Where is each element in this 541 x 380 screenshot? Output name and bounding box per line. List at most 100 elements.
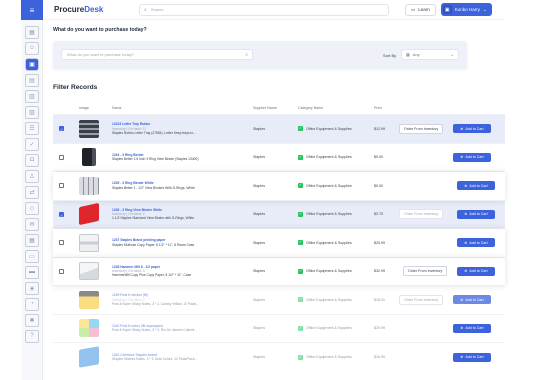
order-from-inventory-button[interactable]: Order From Inventory (399, 123, 444, 134)
table-row[interactable]: 1241 Clothbox Staples brand Staples Stic… (53, 343, 505, 372)
add-to-cart-button[interactable]: ⊕ Add to Cart (453, 295, 491, 305)
sidebar-item-messages[interactable]: ✉ (21, 216, 43, 232)
row-checkbox[interactable]: ✓ (59, 211, 64, 218)
product-image-superpack (79, 319, 99, 338)
check-icon: ✓ (298, 183, 303, 189)
sort-by-select[interactable]: ▦ Any ⌄ (401, 49, 459, 60)
product-name-cell: 12323 Letter Tray Rubbo Inventory | On h… (112, 122, 247, 135)
user-menu[interactable]: ▣ Kunbo Harry ⌄ (440, 3, 492, 16)
sidebar: ≡ ▦ ☺ ▣ ▤ ▥ ▧ ☰ ✓ ◘ ♙ ⇄ ◇ ✉ ▦ ▭ ▬ ◈ ◔ ✱ … (21, 0, 43, 380)
row-checkbox[interactable] (59, 154, 64, 160)
file-icon: ▥ (25, 89, 39, 103)
menu-icon[interactable]: ≡ (21, 0, 43, 20)
brand-logo[interactable]: ProcureDesk (43, 5, 139, 14)
header-image[interactable]: Image (79, 106, 89, 110)
cart-icon: ⊕ (460, 155, 464, 160)
tag-icon: ◇ (25, 201, 39, 215)
product-name-cell: 1241 Clothbox Staples brand Staples Stic… (112, 353, 247, 362)
sidebar-items: ▦ ☺ ▣ ▤ ▥ ▧ ☰ ✓ ◘ ♙ ⇄ ◇ ✉ ▦ ▭ ▬ ◈ ◔ ✱ ? (21, 20, 42, 344)
add-to-cart-label: Add to Cart (465, 297, 484, 302)
product-description: HammerMill Copy Plus Copy Paper, 8 1/2" … (112, 273, 192, 278)
add-to-cart-label: Add to Cart (469, 240, 488, 245)
check-icon: ✓ (298, 240, 303, 246)
cart-icon: ⊕ (460, 355, 464, 360)
users-icon: ☺ (25, 41, 39, 55)
order-from-inventory-button[interactable]: Order From Inventory (403, 266, 448, 277)
sidebar-item-settings[interactable]: ✱ (21, 312, 43, 328)
sidebar-item-layers[interactable]: ◈ (21, 280, 43, 296)
table-row[interactable]: 1240 Post It notes 3M superpack Post-it … (53, 314, 505, 343)
add-to-cart-button[interactable]: ⊕ Add to Cart (453, 323, 491, 333)
global-search-input[interactable]: ⌕ Search (139, 3, 389, 16)
category-cell: ✓ Office Equipment & Supplies (298, 240, 352, 246)
sidebar-item-security[interactable]: ◘ (21, 152, 43, 168)
table-row[interactable]: 1235 - 3 Ring Binder White Staples Bette… (53, 172, 505, 201)
product-description: 1-1/2 Staples Standard View Binder with … (112, 216, 195, 221)
price: $16.99 (374, 355, 385, 360)
history-icon: ◔ (25, 297, 39, 311)
header-supplier[interactable]: Supplier Name (253, 106, 277, 110)
sidebar-item-inventory[interactable]: ▧ (21, 104, 43, 120)
add-to-cart-button[interactable]: ⊕ Add to Cart (457, 181, 495, 191)
sidebar-item-calendar[interactable]: ▦ (21, 232, 43, 248)
sidebar-item-documents[interactable]: ▥ (21, 88, 43, 104)
order-from-inventory-button[interactable]: Order From Inventory (399, 294, 444, 305)
header-price[interactable]: Price (374, 106, 382, 110)
header-category[interactable]: Category Name (298, 106, 323, 110)
row-checkbox[interactable] (59, 268, 64, 274)
supplier-name: Staples (253, 355, 265, 360)
add-to-cart-button[interactable]: ⊕ Add to Cart (453, 352, 491, 362)
add-to-cart-button[interactable]: ⊕ Add to Cart (457, 209, 495, 219)
sidebar-item-support[interactable]: ? (21, 328, 43, 344)
sidebar-item-approvals[interactable]: ✓ (21, 136, 43, 152)
sidebar-item-transfer[interactable]: ⇄ (21, 184, 43, 200)
add-to-cart-label: Add to Cart (465, 155, 484, 160)
product-search-placeholder: What do you want to purchase today? (67, 52, 135, 57)
table-row[interactable]: 1238 Hammer Mill 8 - 1/2 paper Inventory… (53, 257, 505, 286)
sidebar-item-orders[interactable]: ☰ (21, 120, 43, 136)
cart-icon: ⊕ (460, 326, 464, 331)
add-to-cart-button[interactable]: ⊕ Add to Cart (457, 266, 495, 276)
brand-name-part2: Desk (84, 5, 104, 14)
order-from-inventory-button[interactable]: Order From Inventory (399, 209, 444, 220)
header-name[interactable]: Name (112, 106, 122, 110)
row-checkbox[interactable]: ✓ (59, 126, 64, 132)
table-row[interactable]: ✓ 12323 Letter Tray Rubbo Inventory | On… (53, 115, 505, 144)
check-icon: ✓ (298, 211, 303, 217)
price: $9.00 (374, 155, 383, 160)
sidebar-item-purchase[interactable]: ▣ (21, 56, 43, 72)
cart-icon: ⊕ (460, 297, 464, 302)
add-to-cart-button[interactable]: ⊕ Add to Cart (453, 152, 491, 162)
calendar-icon: ▦ (25, 233, 39, 247)
category-cell: ✓ Office Equipment & Supplies (298, 354, 352, 360)
sidebar-item-archive[interactable]: ▬ (21, 264, 43, 280)
add-to-cart-button[interactable]: ⊕ Add to Cart (457, 238, 495, 248)
page-margin (505, 0, 541, 380)
sidebar-item-tags[interactable]: ◇ (21, 200, 43, 216)
product-search-input[interactable]: What do you want to purchase today? ⌕ (61, 49, 253, 60)
product-name-cell: 1238 Hammer Mill 8 - 1/2 paper Inventory… (112, 265, 247, 278)
sidebar-item-dashboard[interactable]: ▦ (21, 24, 43, 40)
product-name-cell: 1240 Post It notes 3M superpack Post-it … (112, 324, 247, 333)
sidebar-item-history[interactable]: ◔ (21, 296, 43, 312)
help-icon: ? (25, 329, 39, 343)
chart-icon: ▤ (25, 73, 39, 87)
supplier-name: Staples (253, 297, 265, 302)
add-to-cart-label: Add to Cart (465, 355, 484, 360)
table-row[interactable]: 1239 Post It sticker (M) Inventory | On … (53, 286, 505, 315)
table-row[interactable]: 1234 - 3 Ring Binder Staples Better 1.5 … (53, 143, 505, 172)
row-checkbox[interactable] (59, 240, 64, 246)
sidebar-item-notes[interactable]: ▭ (21, 248, 43, 264)
table-row[interactable]: 1237 Staples Brand printing paper Staple… (53, 229, 505, 258)
category-name: Office Equipment & Supplies (306, 240, 352, 245)
price: $29.99 (374, 326, 385, 331)
learn-button[interactable]: ▭ Learn (405, 3, 436, 16)
add-to-cart-button[interactable]: ⊕ Add to Cart (453, 124, 491, 134)
sidebar-item-people[interactable]: ♙ (21, 168, 43, 184)
sidebar-item-users[interactable]: ☺ (21, 40, 43, 56)
table-row[interactable]: ✓ 1236 - 3 Ring View Binder White Invent… (53, 200, 505, 229)
row-checkbox[interactable] (59, 183, 64, 189)
sidebar-item-reports[interactable]: ▤ (21, 72, 43, 88)
lock-icon: ◘ (25, 153, 39, 167)
sort-by-label: Sort By (383, 53, 397, 58)
